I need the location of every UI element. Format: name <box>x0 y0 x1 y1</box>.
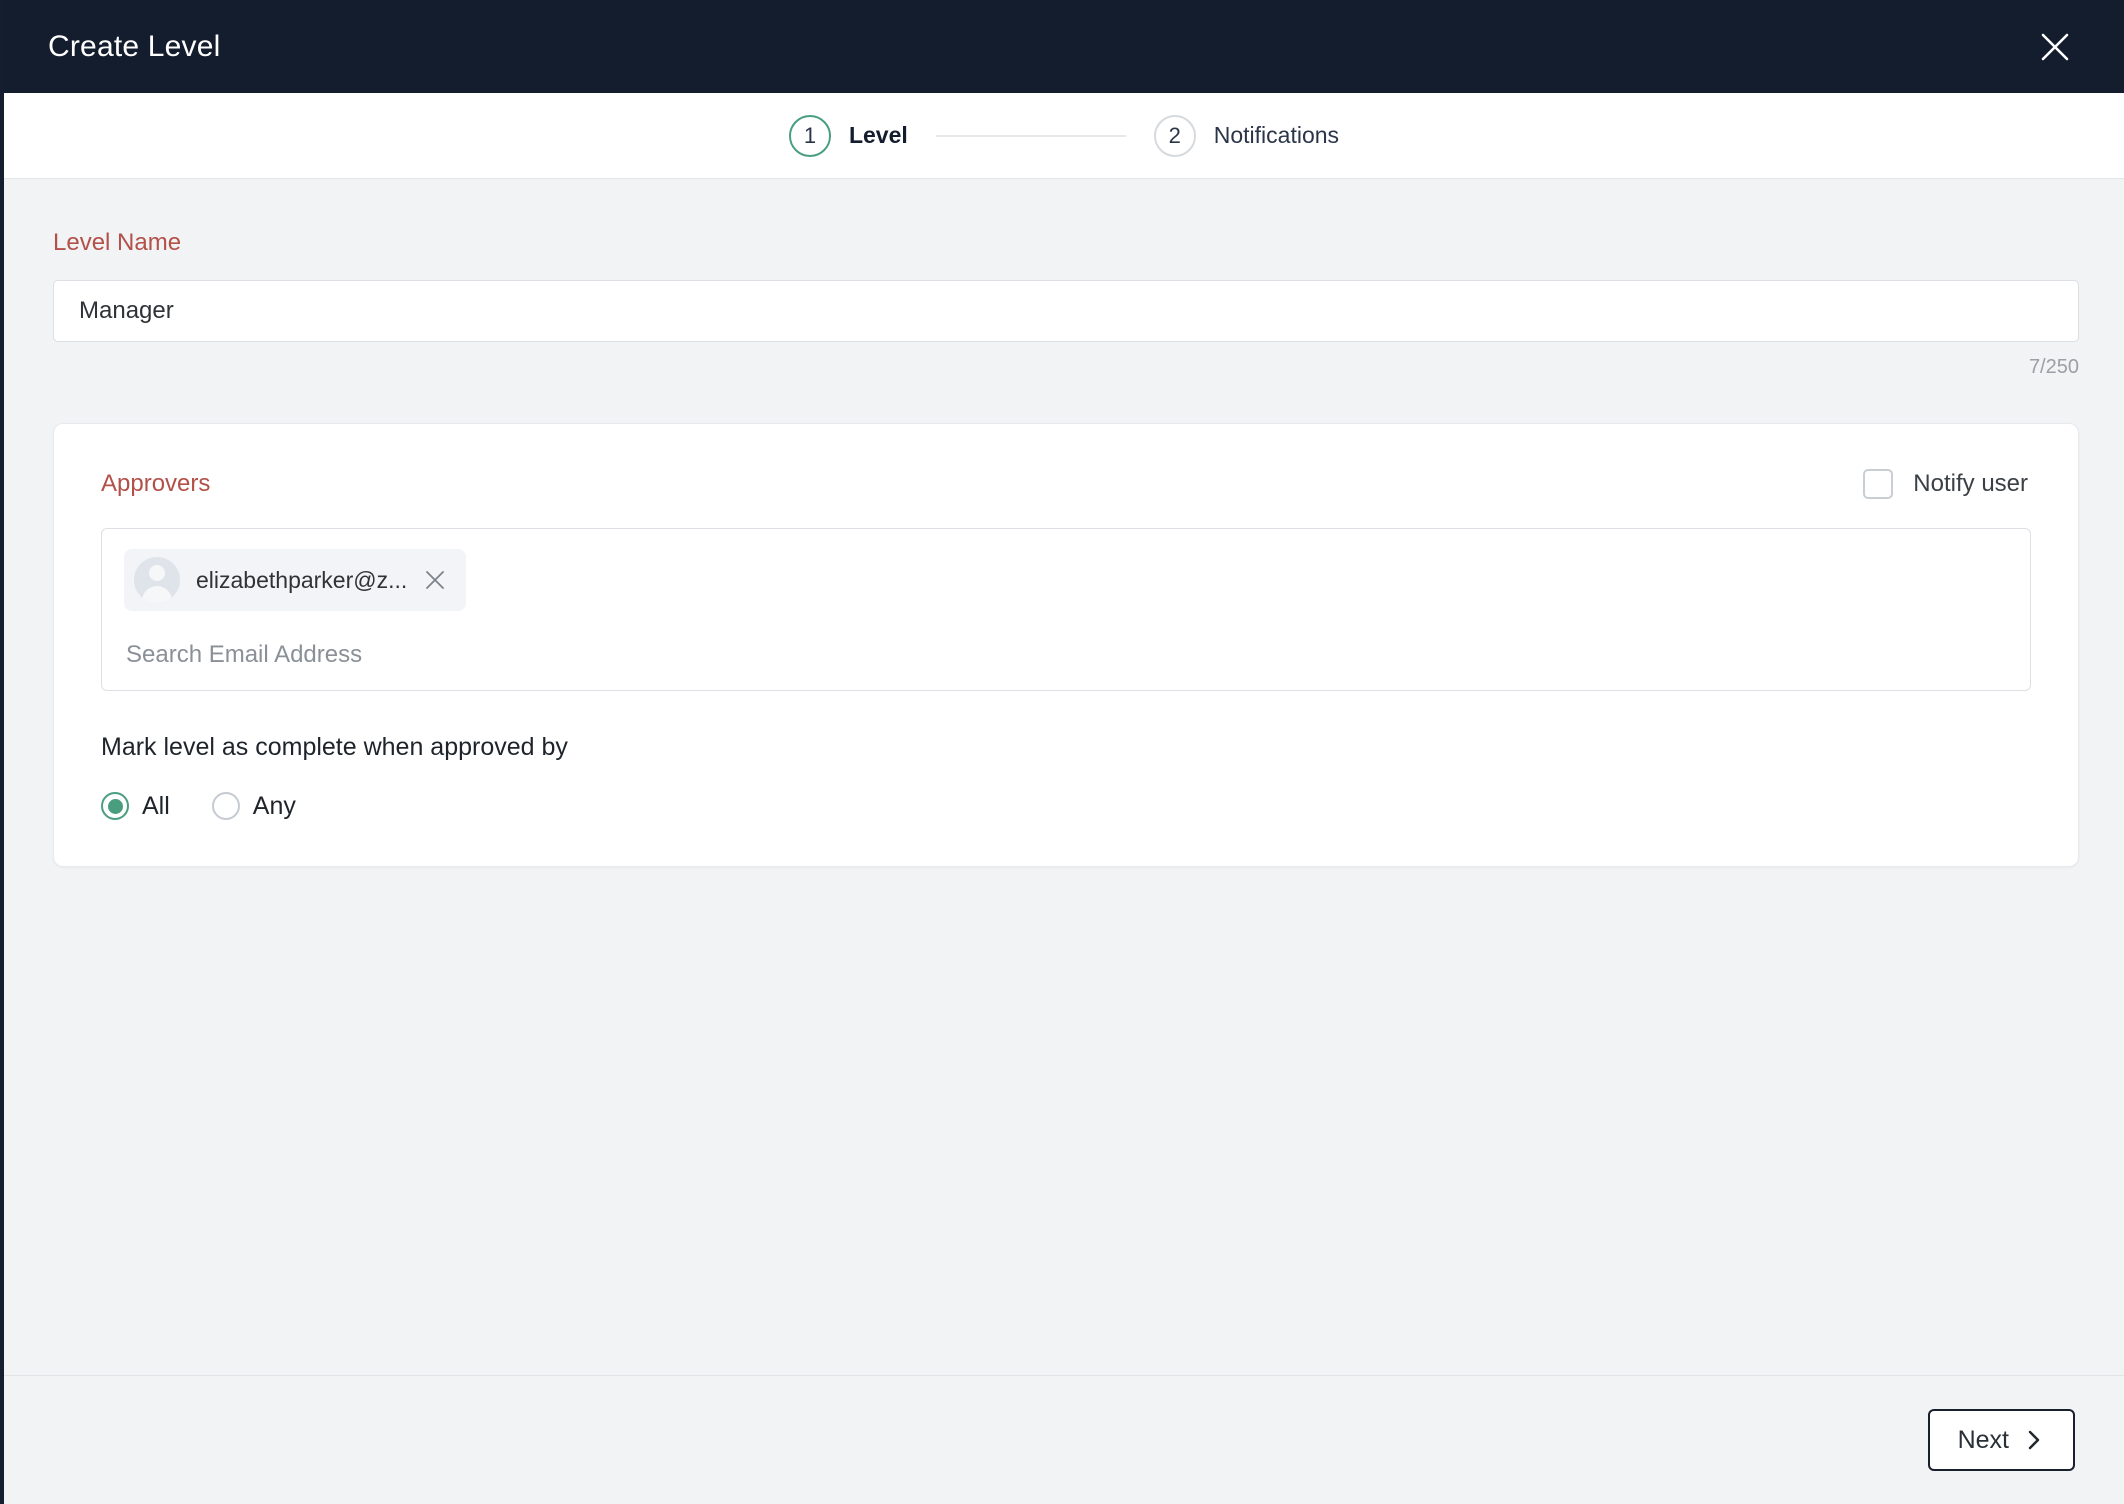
completion-rule-label: Mark level as complete when approved by <box>101 733 568 761</box>
close-modal-button[interactable] <box>2024 16 2086 78</box>
level-name-input[interactable] <box>53 280 2079 342</box>
completion-rule-radio-group: All Any <box>101 792 2031 820</box>
notify-user-toggle[interactable]: Notify user <box>1863 469 2028 499</box>
approver-chip-email: elizabethparker@z... <box>196 566 408 593</box>
radio-option-all[interactable]: All <box>101 792 170 820</box>
radio-all-label: All <box>142 791 170 820</box>
chevron-right-icon <box>2023 1429 2045 1451</box>
stepper-bar: 1 Level 2 Notifications <box>4 93 2124 179</box>
radio-any-indicator[interactable] <box>211 792 240 820</box>
approver-chip[interactable]: elizabethparker@z... <box>124 549 467 611</box>
page-title: Create Level <box>48 29 221 63</box>
approvers-input-container[interactable]: elizabethparker@z... <box>101 528 2031 691</box>
notify-user-label: Notify user <box>1913 470 2028 497</box>
step-level-number: 1 <box>788 114 831 157</box>
radio-any-label: Any <box>252 791 296 820</box>
approvers-header: Approvers Notify user <box>101 469 2031 499</box>
modal-footer: Next <box>4 1375 2124 1504</box>
close-icon <box>2037 29 2073 65</box>
next-button-label: Next <box>1957 1425 2009 1454</box>
level-name-char-counter: 7/250 <box>2028 356 2079 378</box>
level-name-label: Level Name <box>53 229 182 256</box>
stepper: 1 Level 2 Notifications <box>788 114 1340 157</box>
approvers-search-input[interactable] <box>124 641 2008 669</box>
user-avatar-icon <box>134 557 180 603</box>
approvers-card: Approvers Notify user elizabethparker@z.… <box>53 423 2079 867</box>
stepper-connector <box>935 134 1126 137</box>
radio-all-indicator[interactable] <box>101 792 129 820</box>
remove-approver-icon[interactable] <box>423 568 447 592</box>
next-button[interactable]: Next <box>1927 1409 2075 1471</box>
radio-option-any[interactable]: Any <box>211 791 296 820</box>
step-notifications-number: 2 <box>1153 114 1196 157</box>
create-level-modal: Create Level 1 Level 2 Notifications Lev… <box>0 0 2124 1504</box>
step-level[interactable]: 1 Level <box>788 114 908 157</box>
step-notifications-label: Notifications <box>1213 122 1340 148</box>
modal-header: Create Level <box>4 0 2124 93</box>
approvers-label: Approvers <box>101 470 211 497</box>
notify-user-checkbox[interactable] <box>1863 469 1894 499</box>
modal-body: Level Name 7/250 Approvers Notify user e… <box>4 179 2124 1375</box>
step-notifications[interactable]: 2 Notifications <box>1153 114 1340 157</box>
step-level-label: Level <box>848 122 908 148</box>
